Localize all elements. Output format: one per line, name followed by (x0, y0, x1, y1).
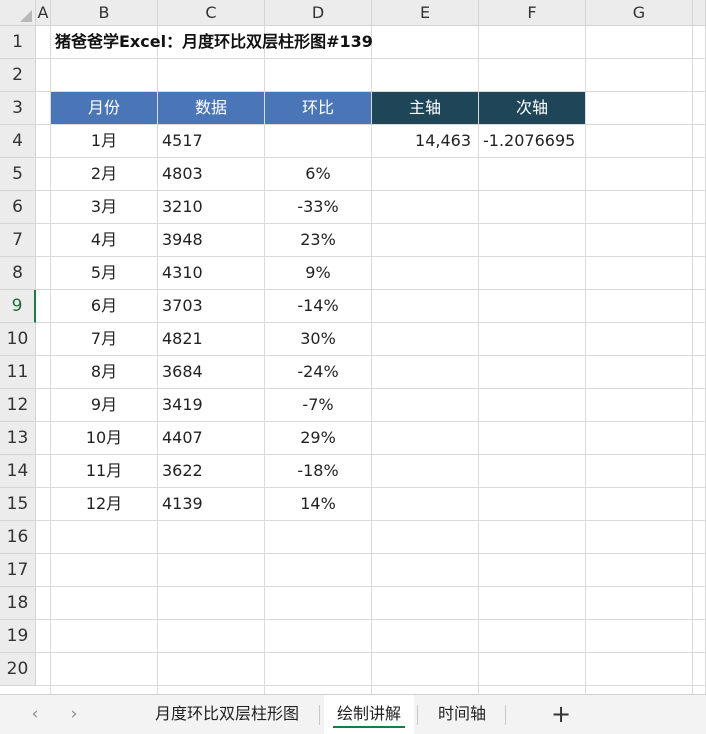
row-header-2[interactable]: 2 (0, 59, 36, 92)
cell-data[interactable]: 3210 (158, 191, 264, 223)
row-header-7[interactable]: 7 (0, 224, 36, 257)
header-month[interactable]: 月份 (51, 92, 157, 124)
cell-month[interactable]: 9月 (51, 389, 157, 421)
grid-line-horizontal (36, 58, 706, 59)
row-header-10[interactable]: 10 (0, 323, 36, 356)
column-header-d[interactable]: D (265, 0, 372, 26)
row-header-3[interactable]: 3 (0, 92, 36, 125)
add-sheet-button[interactable]: + (546, 699, 576, 729)
row-header-1[interactable]: 1 (0, 26, 36, 59)
sheet-tab-label: 月度环比双层柱形图 (154, 704, 299, 723)
grid-line-horizontal (36, 652, 706, 653)
row-header-5[interactable]: 5 (0, 158, 36, 191)
cell-mom[interactable]: -14% (265, 290, 371, 322)
cell-month[interactable]: 7月 (51, 323, 157, 355)
sheet-tab-label: 绘制讲解 (336, 704, 401, 723)
cell-data[interactable]: 4803 (158, 158, 264, 190)
active-tab-underline (333, 726, 405, 728)
column-header-g[interactable]: G (586, 0, 693, 26)
cell-mom[interactable]: 14% (265, 488, 371, 520)
tab-divider (505, 705, 506, 725)
row-header-13[interactable]: 13 (0, 422, 36, 455)
cell-data[interactable]: 3948 (158, 224, 264, 256)
cell-mom[interactable]: -24% (265, 356, 371, 388)
cell-month[interactable]: 5月 (51, 257, 157, 289)
header-secondary-axis[interactable]: 次轴 (479, 92, 585, 124)
tab-divider (417, 705, 418, 725)
cell-month[interactable]: 2月 (51, 158, 157, 190)
cell-month[interactable]: 12月 (51, 488, 157, 520)
column-header-f[interactable]: F (479, 0, 586, 26)
row-header-15[interactable]: 15 (0, 488, 36, 521)
row-header-14[interactable]: 14 (0, 455, 36, 488)
select-all-triangle-icon (20, 10, 32, 22)
cell-month[interactable]: 10月 (51, 422, 157, 454)
cell-month[interactable]: 4月 (51, 224, 157, 256)
grid-line-horizontal (36, 685, 706, 686)
cell-data[interactable]: 4821 (158, 323, 264, 355)
row-header-11[interactable]: 11 (0, 356, 36, 389)
row-header-20[interactable]: 20 (0, 653, 36, 686)
sheet-tab-drawing-explanation[interactable]: 绘制讲解 (324, 695, 414, 734)
grid-line-horizontal (36, 520, 706, 521)
grid-line-vertical (692, 26, 693, 694)
cell-mom[interactable]: -7% (265, 389, 371, 421)
cell-data[interactable]: 4139 (158, 488, 264, 520)
sheet-title-cell[interactable]: 猪爸爸学Excel：月度环比双层柱形图#139 (51, 26, 585, 58)
cell-mom[interactable]: 9% (265, 257, 371, 289)
row-header-9[interactable]: 9 (0, 290, 36, 323)
cell-primary-axis-value[interactable]: 14,463 (372, 125, 478, 157)
sheet-tab-label: 时间轴 (437, 704, 486, 723)
cell-mom[interactable]: 6% (265, 158, 371, 190)
column-header-a[interactable]: A (36, 0, 51, 26)
cell-data[interactable]: 3703 (158, 290, 264, 322)
cell-month[interactable]: 1月 (51, 125, 157, 157)
row-header-19[interactable]: 19 (0, 620, 36, 653)
cell-data[interactable]: 4407 (158, 422, 264, 454)
header-data[interactable]: 数据 (158, 92, 264, 124)
sheet-tab-chart[interactable]: 月度环比双层柱形图 (138, 695, 316, 734)
cell-data[interactable]: 4517 (158, 125, 264, 157)
row-header-16[interactable]: 16 (0, 521, 36, 554)
select-all-corner[interactable] (0, 0, 36, 26)
cell-data[interactable]: 3622 (158, 455, 264, 487)
grid-line-horizontal (36, 619, 706, 620)
row-header-12[interactable]: 12 (0, 389, 36, 422)
cell-secondary-axis-value[interactable]: -1.2076695 (479, 125, 585, 157)
spreadsheet-grid[interactable]: ABCDEFG 1 2 3 4 5 6 7 8 9 10 11 12 13 14 15 16 17 18 19 20 … (0, 0, 706, 694)
cell-month[interactable]: 6月 (51, 290, 157, 322)
prev-sheet-icon[interactable]: ‹ (25, 703, 45, 725)
cell-data[interactable]: 3684 (158, 356, 264, 388)
cell-mom[interactable]: -33% (265, 191, 371, 223)
sheet-tab-timeline[interactable]: 时间轴 (422, 695, 502, 734)
header-primary-axis[interactable]: 主轴 (372, 92, 478, 124)
column-header-c[interactable]: C (158, 0, 265, 26)
grid-line-horizontal (36, 553, 706, 554)
cell-month[interactable]: 8月 (51, 356, 157, 388)
column-header-partial[interactable] (693, 0, 706, 26)
column-header-e[interactable]: E (372, 0, 479, 26)
row-header-17[interactable]: 17 (0, 554, 36, 587)
cell-data[interactable]: 4310 (158, 257, 264, 289)
row-header-18[interactable]: 18 (0, 587, 36, 620)
cell-mom[interactable] (265, 125, 371, 157)
header-mom[interactable]: 环比 (265, 92, 371, 124)
cell-data[interactable]: 3419 (158, 389, 264, 421)
cell-month[interactable]: 11月 (51, 455, 157, 487)
cell-mom[interactable]: 23% (265, 224, 371, 256)
column-header-b[interactable]: B (51, 0, 158, 26)
row-header-8[interactable]: 8 (0, 257, 36, 290)
next-sheet-icon[interactable]: › (64, 703, 84, 725)
sheet-tab-bar: ‹ › 月度环比双层柱形图 绘制讲解 时间轴 + (0, 694, 706, 734)
grid-line-horizontal (36, 586, 706, 587)
grid-line-vertical (585, 26, 586, 694)
cell-mom[interactable]: -18% (265, 455, 371, 487)
cell-mom[interactable]: 29% (265, 422, 371, 454)
tab-divider (319, 705, 320, 725)
row-header-4[interactable]: 4 (0, 125, 36, 158)
row-header-6[interactable]: 6 (0, 191, 36, 224)
cell-mom[interactable]: 30% (265, 323, 371, 355)
cell-month[interactable]: 3月 (51, 191, 157, 223)
